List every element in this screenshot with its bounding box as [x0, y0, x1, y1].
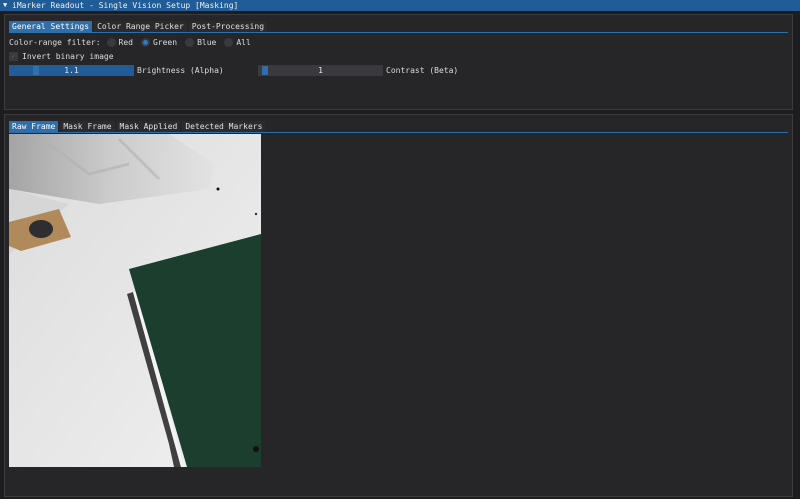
radio-all-label: All	[236, 37, 251, 47]
tab-post-processing[interactable]: Post-Processing	[188, 21, 268, 32]
tab-mask-frame[interactable]: Mask Frame	[60, 121, 115, 132]
invert-label: Invert binary image	[22, 51, 114, 61]
contrast-label: Contrast (Beta)	[386, 66, 459, 75]
radio-blue[interactable]: Blue	[185, 37, 217, 47]
frames-tab-bar: Raw Frame Mask Frame Mask Applied Detect…	[9, 121, 788, 133]
raw-camera-frame	[9, 134, 261, 467]
radio-blue-label: Blue	[197, 37, 217, 47]
brightness-value: 1.1	[64, 66, 79, 75]
color-filter-row: Color-range filter: Red Green Blue All	[9, 37, 259, 47]
collapse-triangle-icon[interactable]: ▼	[3, 0, 12, 11]
radio-green-label: Green	[152, 37, 178, 47]
brightness-slider[interactable]: 1.1	[9, 65, 134, 76]
radio-red[interactable]: Red	[106, 37, 133, 47]
tab-mask-applied[interactable]: Mask Applied	[116, 121, 181, 132]
radio-blue-icon[interactable]	[185, 37, 195, 47]
frames-panel: Raw Frame Mask Frame Mask Applied Detect…	[4, 114, 793, 497]
window-title: iMarker Readout - Single Vision Setup [M…	[12, 1, 239, 10]
invert-row[interactable]: ✓ Invert binary image	[9, 51, 114, 61]
checkmark-icon: ✓	[11, 51, 16, 60]
tab-raw-frame[interactable]: Raw Frame	[9, 121, 59, 132]
settings-panel: General Settings Color Range Picker Post…	[4, 14, 793, 110]
window-titlebar[interactable]: ▼ iMarker Readout - Single Vision Setup …	[0, 0, 800, 11]
settings-tab-bar: General Settings Color Range Picker Post…	[9, 21, 788, 33]
radio-all[interactable]: All	[224, 37, 251, 47]
radio-green[interactable]: Green	[140, 37, 178, 47]
brightness-slider-grab[interactable]	[33, 66, 39, 75]
contrast-slider-grab[interactable]	[261, 66, 268, 75]
color-filter-label: Color-range filter:	[9, 37, 101, 47]
radio-red-label: Red	[118, 37, 133, 47]
invert-checkbox[interactable]: ✓	[9, 51, 18, 61]
tab-detected-markers[interactable]: Detected Markers	[182, 121, 266, 132]
radio-red-icon[interactable]	[106, 37, 116, 47]
camera-image	[9, 134, 261, 467]
contrast-slider[interactable]: 1	[258, 65, 383, 76]
tab-general-settings[interactable]: General Settings	[9, 21, 93, 32]
contrast-value: 1	[318, 66, 323, 75]
brightness-label: Brightness (Alpha)	[137, 66, 224, 75]
radio-all-icon[interactable]	[224, 37, 234, 47]
tab-color-range-picker[interactable]: Color Range Picker	[94, 21, 187, 32]
radio-green-icon[interactable]	[140, 37, 150, 47]
